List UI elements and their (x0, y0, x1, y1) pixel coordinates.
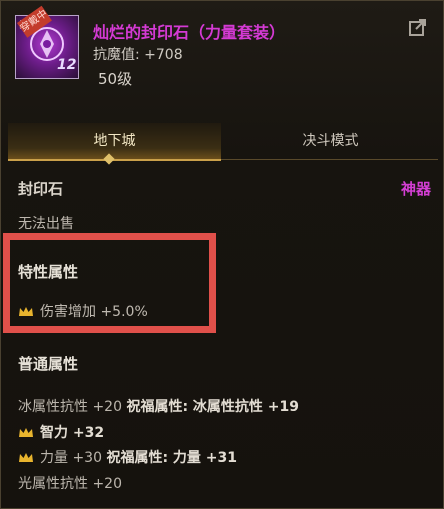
attribute-main: 光属性抗性 +20 (18, 476, 122, 492)
icon-number: 12 (57, 57, 77, 73)
attribute-blessing: 祝福属性: 力量 +31 (106, 450, 238, 466)
item-level: 50级 (98, 70, 133, 88)
attribute-row: 智力 +32 (18, 422, 104, 442)
attribute-row: 光属性抗性 +20 (18, 473, 122, 493)
crown-icon (18, 451, 34, 462)
sell-status: 无法出售 (18, 216, 74, 232)
attribute-row: 力量 +30 祝福属性: 力量 +31 (18, 447, 237, 467)
attribute-main: 力量 +30 (40, 450, 102, 466)
tab-dungeon[interactable]: 地下城 (8, 123, 221, 161)
item-type: 封印石 (18, 180, 64, 198)
share-icon[interactable] (407, 17, 429, 39)
tab-pvp[interactable]: 决斗模式 (223, 123, 438, 159)
normal-section-title: 普通属性 (18, 355, 79, 373)
item-grade: 神器 (400, 180, 431, 198)
item-title: 灿烂的封印石（力量套装） (93, 23, 286, 42)
attribute-main: 冰属性抗性 +20 (18, 399, 122, 415)
item-tooltip: 55 穿戴中 12 灿烂的封印石（力量套装） 抗魔值: +708 50级 地下城… (0, 0, 444, 509)
mode-tabs: 地下城 决斗模式 (8, 123, 438, 161)
attribute-main: 智力 +32 (40, 425, 105, 441)
attribute-row: 冰属性抗性 +20 祝福属性: 冰属性抗性 +19 (18, 396, 299, 416)
crown-icon (18, 426, 34, 437)
highlight-box (3, 233, 216, 333)
anti-magic-value: 抗魔值: +708 (93, 47, 183, 63)
attribute-blessing: 祝福属性: 冰属性抗性 +19 (126, 399, 300, 415)
